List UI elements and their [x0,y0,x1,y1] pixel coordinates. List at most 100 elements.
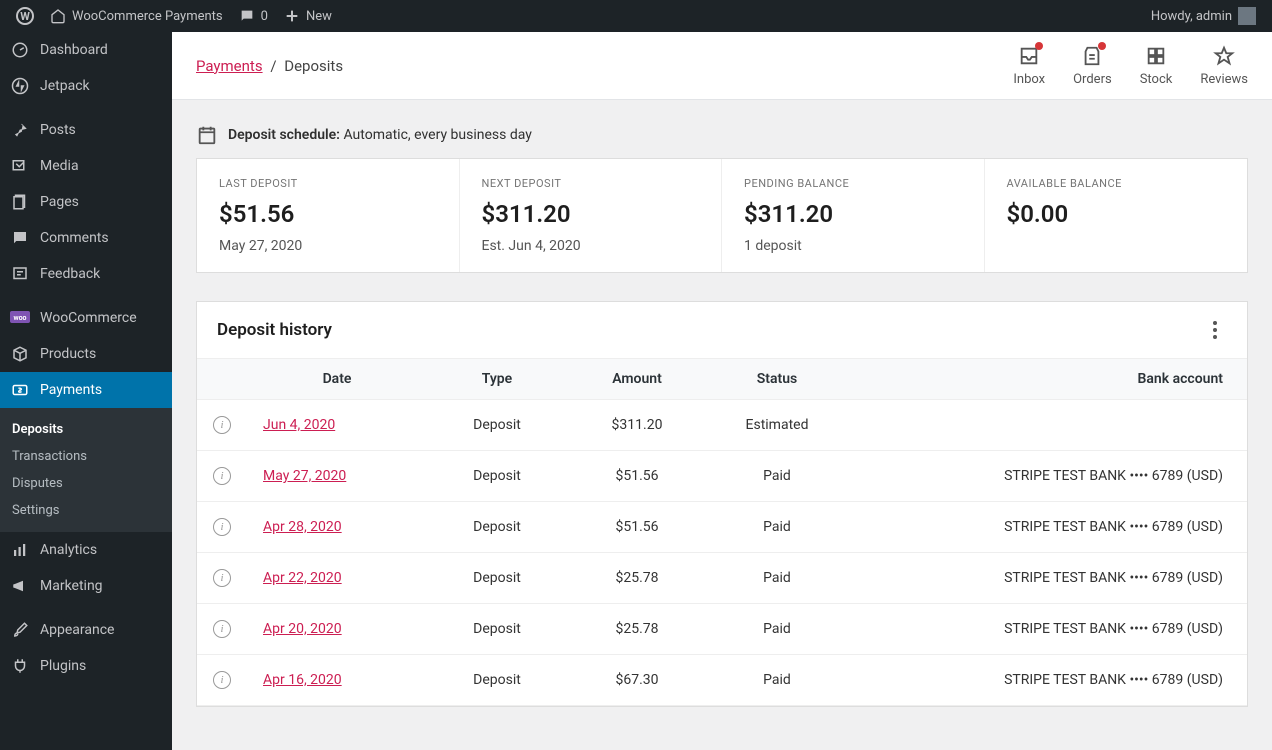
sidebar-item-pages[interactable]: Pages [0,184,172,220]
topbar-orders[interactable]: Orders [1073,44,1112,87]
calendar-icon [196,124,218,146]
greeting: Howdy, admin [1151,9,1232,24]
deposit-date-link[interactable]: Apr 16, 2020 [263,672,342,688]
topbar-inbox[interactable]: Inbox [1013,44,1045,87]
comments-link[interactable]: 0 [231,0,276,32]
schedule-label: Deposit schedule: [228,127,340,143]
sidebar-item-posts[interactable]: Posts [0,112,172,148]
sidebar-item-plugins[interactable]: Plugins [0,648,172,684]
info-icon: i [213,671,231,689]
jetpack-icon [10,76,30,96]
topbar-reviews[interactable]: Reviews [1200,44,1248,87]
wp-logo[interactable]: W [8,0,42,32]
summary-pending-balance: PENDING BALANCE $311.20 1 deposit [722,159,985,272]
deposit-date-link[interactable]: Apr 28, 2020 [263,519,342,535]
sidebar-item-feedback[interactable]: Feedback [0,256,172,292]
deposit-bank: STRIPE TEST BANK •••• 6789 (USD) [847,655,1247,706]
deposit-date-link[interactable]: Apr 20, 2020 [263,621,342,637]
sidebar-item-analytics[interactable]: Analytics [0,532,172,568]
sidebar-item-appearance[interactable]: Appearance [0,612,172,648]
deposit-status: Estimated [707,400,847,451]
deposit-type: Deposit [427,451,567,502]
sidebar-item-comments[interactable]: Comments [0,220,172,256]
table-row[interactable]: iApr 16, 2020Deposit$67.30PaidSTRIPE TES… [197,655,1247,706]
col-type[interactable]: Type [427,359,567,400]
breadcrumb-parent[interactable]: Payments [196,57,263,75]
deposit-amount: $311.20 [567,400,707,451]
pages-icon [10,192,30,212]
info-icon: i [213,467,231,485]
deposit-bank: STRIPE TEST BANK •••• 6789 (USD) [847,604,1247,655]
comment-count: 0 [261,9,268,24]
col-bank[interactable]: Bank account [847,359,1247,400]
col-amount[interactable]: Amount [567,359,707,400]
new-link[interactable]: New [276,0,340,32]
breadcrumb-current: Deposits [284,57,343,75]
stock-icon [1144,44,1168,68]
home-icon [50,8,66,24]
plug-icon [10,656,30,676]
plus-icon [284,8,300,24]
info-icon: i [213,416,231,434]
wordpress-icon: W [16,7,34,25]
deposit-status: Paid [707,553,847,604]
payments-icon [10,380,30,400]
sidebar-item-woocommerce[interactable]: wooWooCommerce [0,300,172,336]
svg-text:woo: woo [13,314,26,322]
sidebar-item-jetpack[interactable]: Jetpack [0,68,172,104]
submenu-deposits[interactable]: Deposits [0,416,172,443]
summary-grid: LAST DEPOSIT $51.56 May 27, 2020 NEXT DE… [196,158,1248,273]
sidebar-item-dashboard[interactable]: Dashboard [0,32,172,68]
submenu-settings[interactable]: Settings [0,497,172,524]
deposit-amount: $51.56 [567,502,707,553]
summary-available-balance: AVAILABLE BALANCE $0.00 [985,159,1248,272]
site-name: WooCommerce Payments [72,9,223,24]
deposit-status: Paid [707,502,847,553]
deposit-bank: STRIPE TEST BANK •••• 6789 (USD) [847,553,1247,604]
feedback-icon [10,264,30,284]
table-row[interactable]: iApr 20, 2020Deposit$25.78PaidSTRIPE TES… [197,604,1247,655]
deposit-status: Paid [707,451,847,502]
summary-last-deposit: LAST DEPOSIT $51.56 May 27, 2020 [197,159,460,272]
media-icon [10,156,30,176]
info-icon: i [213,518,231,536]
sidebar-item-payments[interactable]: Payments [0,372,172,408]
info-icon: i [213,569,231,587]
sidebar-item-marketing[interactable]: Marketing [0,568,172,604]
analytics-icon [10,540,30,560]
table-options-button[interactable] [1203,318,1227,342]
deposit-table: Date Type Amount Status Bank account i Ju… [197,358,1247,706]
admin-bar: W WooCommerce Payments 0 New Howdy, admi… [0,0,1272,32]
submenu-disputes[interactable]: Disputes [0,470,172,497]
comment-icon [239,8,255,24]
profile-link[interactable]: Howdy, admin [1143,0,1264,32]
deposit-type: Deposit [427,400,567,451]
topbar-stock[interactable]: Stock [1140,44,1173,87]
sidebar-item-media[interactable]: Media [0,148,172,184]
breadcrumb-sep: / [270,57,276,75]
deposit-date-link[interactable]: Apr 22, 2020 [263,570,342,586]
table-row[interactable]: iApr 28, 2020Deposit$51.56PaidSTRIPE TES… [197,502,1247,553]
deposit-bank: STRIPE TEST BANK •••• 6789 (USD) [847,451,1247,502]
col-status[interactable]: Status [707,359,847,400]
deposit-type: Deposit [427,604,567,655]
sidebar-item-products[interactable]: Products [0,336,172,372]
deposit-type: Deposit [427,502,567,553]
deposit-schedule: Deposit schedule: Automatic, every busin… [196,124,1248,146]
site-link[interactable]: WooCommerce Payments [42,0,231,32]
table-row[interactable]: i Jun 4, 2020 Deposit$311.20Estimated [197,400,1247,451]
deposit-amount: $25.78 [567,553,707,604]
table-row[interactable]: iMay 27, 2020Deposit$51.56PaidSTRIPE TES… [197,451,1247,502]
col-date[interactable]: Date [247,359,427,400]
orders-icon [1080,44,1104,68]
deposit-date-link[interactable]: Jun 4, 2020 [263,417,335,433]
schedule-value: Automatic, every business day [343,127,531,143]
avatar [1238,7,1256,25]
deposit-status: Paid [707,604,847,655]
submenu-transactions[interactable]: Transactions [0,443,172,470]
notification-dot [1098,42,1106,50]
summary-next-deposit: NEXT DEPOSIT $311.20 Est. Jun 4, 2020 [460,159,723,272]
deposit-type: Deposit [427,553,567,604]
deposit-date-link[interactable]: May 27, 2020 [263,468,346,484]
table-row[interactable]: i Apr 22, 2020 Deposit$25.78PaidSTRIPE TES… [197,553,1247,604]
